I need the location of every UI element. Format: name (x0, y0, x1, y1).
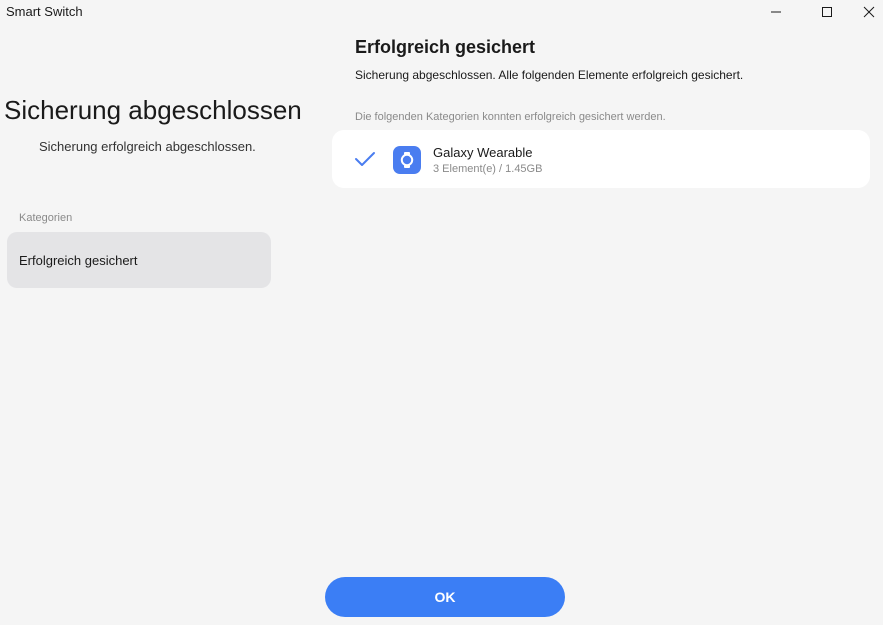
category-item-label: Erfolgreich gesichert (19, 252, 138, 268)
check-icon (355, 152, 375, 166)
backup-result-item: Galaxy Wearable 3 Element(e) / 1.45GB (332, 130, 870, 188)
item-meta: 3 Element(e) / 1.45GB (433, 163, 543, 175)
title-bar: Smart Switch (0, 0, 883, 26)
close-icon (863, 6, 875, 18)
ok-button[interactable]: OK (325, 577, 565, 617)
maximize-icon (822, 7, 832, 17)
page-title: Sicherung abgeschlossen (4, 95, 302, 125)
minimize-icon (771, 11, 781, 13)
minimize-button[interactable] (753, 0, 799, 24)
category-item-erfolgreich-gesichert[interactable]: Erfolgreich gesichert (7, 232, 271, 288)
app-title: Smart Switch (6, 4, 83, 19)
close-button[interactable] (846, 0, 883, 24)
categories-label: Kategorien (19, 212, 73, 224)
galaxy-wearable-icon (393, 146, 421, 174)
smart-switch-window: Smart Switch Sicherung abgeschlossen Sic… (0, 0, 883, 625)
section-note: Die folgenden Kategorien konnten erfolgr… (355, 111, 666, 123)
maximize-button[interactable] (804, 0, 850, 24)
section-description: Sicherung abgeschlossen. Alle folgenden … (355, 68, 744, 82)
section-heading: Erfolgreich gesichert (355, 37, 536, 57)
item-name: Galaxy Wearable (433, 145, 533, 160)
page-subtitle: Sicherung erfolgreich abgeschlossen. (39, 139, 256, 154)
